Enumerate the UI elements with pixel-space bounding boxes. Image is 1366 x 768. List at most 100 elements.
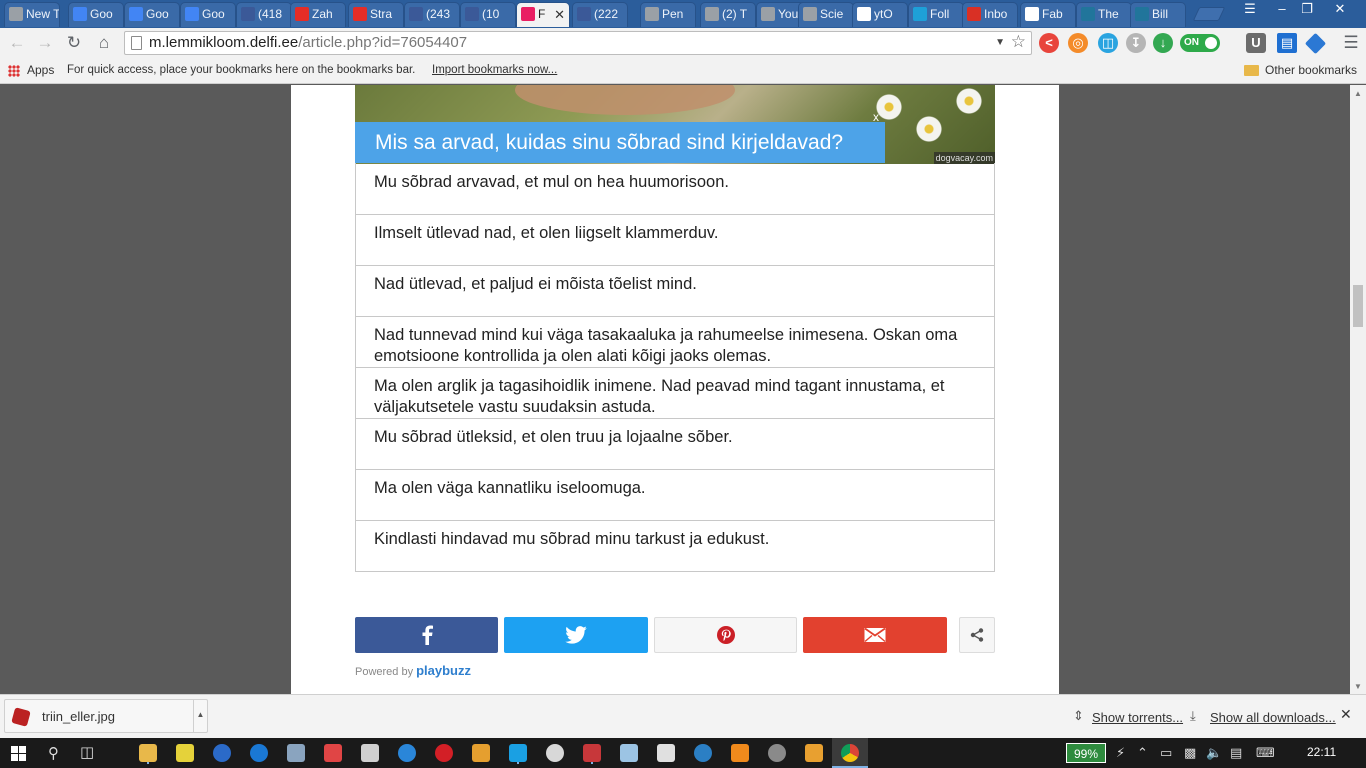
answer-option[interactable]: Mu sõbrad ütleksid, et olen truu ja loja… [356, 418, 994, 469]
apps-grid-icon[interactable] [8, 65, 20, 77]
browser-tab[interactable]: Goo [180, 2, 236, 27]
chevron-down-icon[interactable]: ▼ [995, 32, 1005, 54]
facebook-share-button[interactable] [355, 617, 498, 653]
browser-tab[interactable]: Goo [124, 2, 180, 27]
share-extension-icon[interactable]: < [1039, 33, 1059, 53]
home-button[interactable]: ⌂ [93, 32, 115, 54]
settings-icon[interactable] [768, 744, 786, 762]
app-icon[interactable] [472, 744, 490, 762]
store-icon[interactable] [361, 744, 379, 762]
close-window-button[interactable]: ✕ [1326, 0, 1354, 20]
browser-tab[interactable]: (418 [236, 2, 292, 27]
scroll-down-arrow[interactable]: ▼ [1350, 680, 1366, 694]
volume-icon[interactable]: 🔈 [1206, 745, 1222, 761]
power-plug-icon[interactable]: ⚡ [1116, 745, 1125, 761]
reload-button[interactable]: ↻ [63, 32, 85, 54]
keyboard-icon[interactable]: ⌨ [1256, 745, 1275, 761]
browser-tab[interactable]: (222 [572, 2, 628, 27]
power-download-icon[interactable]: ↓ [1153, 33, 1173, 53]
pinterest-share-button[interactable] [654, 617, 797, 653]
window-extension-icon[interactable]: ▤ [1277, 33, 1297, 53]
scrollbar-thumb[interactable] [1353, 285, 1363, 327]
scroll-up-arrow[interactable]: ▲ [1350, 87, 1366, 101]
vlc-icon[interactable] [731, 744, 749, 762]
import-bookmarks-link[interactable]: Import bookmarks now... [432, 64, 557, 76]
back-button[interactable]: ← [6, 32, 28, 54]
battery-indicator[interactable]: 99% [1066, 743, 1106, 763]
paint-icon[interactable] [620, 744, 638, 762]
browser-tab[interactable]: Bill [1130, 2, 1186, 27]
answer-option[interactable]: Ma olen arglik ja tagasihoidlik inimene.… [356, 367, 994, 418]
download-extension-icon[interactable]: ↧ [1126, 33, 1146, 53]
close-icon[interactable]: ✕ [1340, 706, 1352, 723]
forward-button[interactable]: → [34, 32, 56, 54]
browser-tab[interactable]: Scie [798, 2, 854, 27]
apps-button[interactable]: Apps [27, 63, 54, 77]
notes-icon[interactable] [176, 744, 194, 762]
new-tab-button[interactable] [1192, 7, 1226, 21]
chrome-taskbar-button[interactable] [832, 738, 868, 768]
extension-toggle[interactable]: ON [1180, 34, 1220, 52]
alarm-icon[interactable] [546, 744, 564, 762]
opera-icon[interactable] [435, 744, 453, 762]
skype-icon[interactable] [509, 744, 527, 762]
answer-option[interactable]: Kindlasti hindavad mu sõbrad minu tarkus… [356, 520, 994, 571]
browser-tab[interactable]: Goo [68, 2, 124, 27]
app-icon[interactable] [324, 744, 342, 762]
other-bookmarks-button[interactable]: Other bookmarks [1265, 63, 1357, 77]
network-app-icon[interactable] [287, 744, 305, 762]
answer-option[interactable]: Ilmselt ütlevad nad, et olen liigselt kl… [356, 214, 994, 265]
globe-icon[interactable] [213, 744, 231, 762]
browser-tab[interactable]: Stra [348, 2, 404, 27]
action-center-icon[interactable]: ▤ [1230, 745, 1242, 761]
answer-option[interactable]: Nad tunnevad mind kui väga tasakaaluka j… [356, 316, 994, 367]
minimize-button[interactable]: – [1268, 0, 1296, 20]
camera-icon[interactable] [657, 744, 675, 762]
battery-icon[interactable]: ▭ [1160, 745, 1172, 761]
internet-explorer-icon[interactable] [398, 744, 416, 762]
browser-tab[interactable]: Pen [640, 2, 696, 27]
search-icon[interactable]: ⚲ [48, 744, 59, 762]
diamond-extension-icon[interactable] [1304, 32, 1327, 55]
app-icon[interactable] [694, 744, 712, 762]
browser-tab[interactable]: (2) T [700, 2, 756, 27]
show-torrents-link[interactable]: Show torrents... [1092, 710, 1183, 725]
windows-start-icon[interactable] [11, 746, 26, 761]
browser-tab[interactable]: The [1076, 2, 1132, 27]
chevron-down-icon[interactable]: ▲ [193, 700, 207, 732]
vertical-scrollbar[interactable]: ▲ ▼ [1350, 85, 1366, 694]
playbuzz-logo[interactable]: playbuzz [416, 663, 471, 678]
close-tab-icon[interactable]: ✕ [554, 3, 565, 26]
headphones-icon[interactable]: ◫ [1098, 33, 1118, 53]
email-share-button[interactable] [803, 617, 947, 653]
download-item[interactable]: triin_eller.jpg ▲ [4, 699, 208, 733]
browser-tab[interactable]: Foll [908, 2, 964, 27]
user-icon[interactable]: ☰ [1236, 0, 1264, 20]
orange-extension-icon[interactable]: ◎ [1068, 33, 1088, 53]
bookmark-star-icon[interactable]: ☆ [1011, 31, 1026, 53]
close-icon[interactable]: x [873, 110, 879, 124]
task-view-icon[interactable]: ◫ [80, 743, 94, 761]
more-share-button[interactable] [959, 617, 995, 653]
menu-icon[interactable]: ☰ [1340, 32, 1362, 54]
file-explorer-icon[interactable] [139, 744, 157, 762]
answer-option[interactable]: Mu sõbrad arvavad, et mul on hea huumori… [356, 163, 994, 214]
browser-tab[interactable]: (243 [404, 2, 460, 27]
address-bar[interactable]: m.lemmikloom.delfi.ee/article.php?id=760… [124, 31, 1032, 55]
app-icon[interactable] [583, 744, 601, 762]
chevron-up-icon[interactable]: ⌃ [1137, 745, 1148, 761]
signal-icon[interactable]: ▩ [1184, 745, 1196, 761]
show-all-downloads-link[interactable]: Show all downloads... [1210, 710, 1336, 725]
browser-tab[interactable]: (10 [460, 2, 516, 27]
browser-tab[interactable]: ytO [852, 2, 908, 27]
browser-tab[interactable]: Zah [290, 2, 346, 27]
edge-icon[interactable] [250, 744, 268, 762]
twitter-share-button[interactable] [504, 617, 648, 653]
answer-option[interactable]: Ma olen väga kannatliku iseloomuga. [356, 469, 994, 520]
browser-tab[interactable]: New Ta [4, 2, 60, 27]
browser-tab[interactable]: Inbo [962, 2, 1018, 27]
answer-option[interactable]: Nad ütlevad, et paljud ei mõista tõelist… [356, 265, 994, 316]
restore-button[interactable]: ❐ [1293, 0, 1321, 20]
clock[interactable]: 22:11 [1307, 745, 1336, 759]
shield-icon[interactable]: U [1246, 33, 1266, 53]
